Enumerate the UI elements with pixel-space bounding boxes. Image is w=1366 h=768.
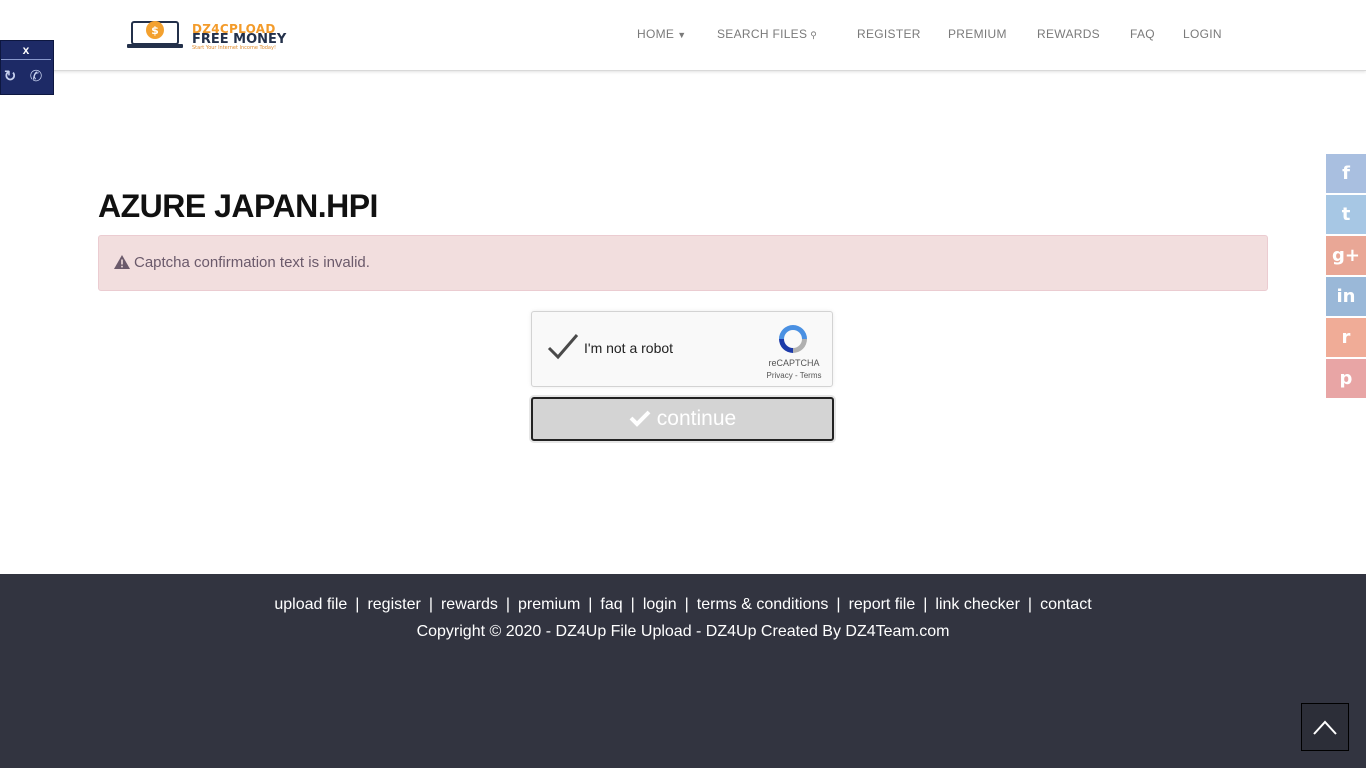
recaptcha-brand: reCAPTCHA	[768, 358, 820, 368]
site-logo[interactable]: $ DZ4CPLOAD FREE MONEY Start Your Intern…	[124, 14, 314, 52]
warning-icon	[114, 255, 130, 269]
logo-laptop-icon: $	[127, 21, 183, 48]
continue-button[interactable]: continue	[531, 397, 834, 441]
floating-widget: x ↻ ✆	[0, 40, 54, 95]
continue-label: continue	[656, 407, 737, 430]
scroll-to-top-button[interactable]	[1301, 703, 1349, 751]
footer-separator: |	[836, 596, 841, 613]
svg-text:$: $	[151, 24, 159, 37]
footer-link-register[interactable]: register	[367, 596, 420, 613]
recaptcha-widget: I'm not a robot reCAPTCHA Privacy - Term…	[531, 311, 833, 387]
google-plus-share-icon[interactable]: g+	[1326, 236, 1366, 275]
footer-link-faq[interactable]: faq	[600, 596, 622, 613]
footer-link-terms-conditions[interactable]: terms & conditions	[697, 596, 829, 613]
nav-login[interactable]: LOGIN	[1183, 27, 1222, 41]
footer-links: upload file | register | rewards | premium | faq…	[0, 596, 1366, 614]
chevron-up-icon	[1313, 720, 1337, 735]
footer-separator: |	[923, 596, 928, 613]
footer-separator: |	[588, 596, 593, 613]
recaptcha-link-separator: -	[794, 371, 798, 380]
nav-faq[interactable]: FAQ	[1130, 27, 1155, 41]
footer-link-link-checker[interactable]: link checker	[935, 596, 1019, 613]
caret-down-icon: ▼	[677, 30, 687, 40]
recaptcha-label: I'm not a robot	[584, 340, 674, 356]
footer-separator: |	[505, 596, 511, 613]
footer-separator: |	[630, 596, 635, 613]
nav-rewards[interactable]: REWARDS	[1037, 27, 1100, 41]
facebook-share-icon[interactable]: f	[1326, 154, 1366, 193]
footer-link-contact[interactable]: contact	[1040, 596, 1092, 613]
footer-separator: |	[1027, 596, 1033, 613]
widget-refresh-icon[interactable]: ↻	[1, 67, 19, 85]
footer-link-login[interactable]: login	[643, 596, 677, 613]
site-footer: upload file | register | rewards | premium | faq…	[0, 574, 1366, 768]
nav-home[interactable]: HOME ▼	[637, 27, 686, 41]
footer-separator: |	[428, 596, 433, 613]
error-alert: Captcha confirmation text is invalid.	[98, 235, 1268, 291]
linkedin-share-icon[interactable]: in	[1326, 277, 1366, 316]
nav-register[interactable]: REGISTER	[857, 27, 921, 41]
nav-search-files[interactable]: SEARCH FILES ⚲	[717, 27, 817, 41]
alert-message: Captcha confirmation text is invalid.	[134, 254, 370, 271]
nav-search-label: SEARCH FILES	[717, 27, 808, 41]
footer-link-upload-file[interactable]: upload file	[274, 596, 347, 613]
social-share-bar: f t g+ in r p	[1326, 154, 1366, 400]
site-header: $ DZ4CPLOAD FREE MONEY Start Your Intern…	[0, 0, 1366, 71]
footer-link-premium[interactable]: premium	[518, 596, 580, 613]
copyright-text: Copyright © 2020 - DZ4Up File Upload - D…	[416, 623, 950, 640]
recaptcha-logo-icon	[779, 325, 807, 353]
page-title: AZURE JAPAN.HPI	[98, 188, 378, 224]
twitter-share-icon[interactable]: t	[1326, 195, 1366, 234]
footer-link-rewards[interactable]: rewards	[441, 596, 498, 613]
search-icon: ⚲	[810, 30, 818, 40]
logo-tagline: Start Your Internet Income Today!	[192, 45, 276, 51]
widget-close-button[interactable]: x	[1, 41, 51, 60]
reddit-share-icon[interactable]: r	[1326, 318, 1366, 357]
recaptcha-checkmark[interactable]	[546, 332, 580, 362]
footer-link-report-file[interactable]: report file	[849, 596, 916, 613]
footer-separator: |	[684, 596, 689, 613]
pinterest-share-icon[interactable]: p	[1326, 359, 1366, 398]
nav-premium[interactable]: PREMIUM	[948, 27, 1007, 41]
check-icon	[629, 410, 651, 427]
recaptcha-links: Privacy - Terms	[760, 371, 828, 380]
nav-home-label: HOME	[637, 27, 675, 41]
recaptcha-privacy-link[interactable]: Privacy	[767, 371, 793, 380]
footer-separator: |	[355, 596, 360, 613]
widget-phone-icon[interactable]: ✆	[27, 67, 45, 85]
recaptcha-terms-link[interactable]: Terms	[800, 371, 822, 380]
